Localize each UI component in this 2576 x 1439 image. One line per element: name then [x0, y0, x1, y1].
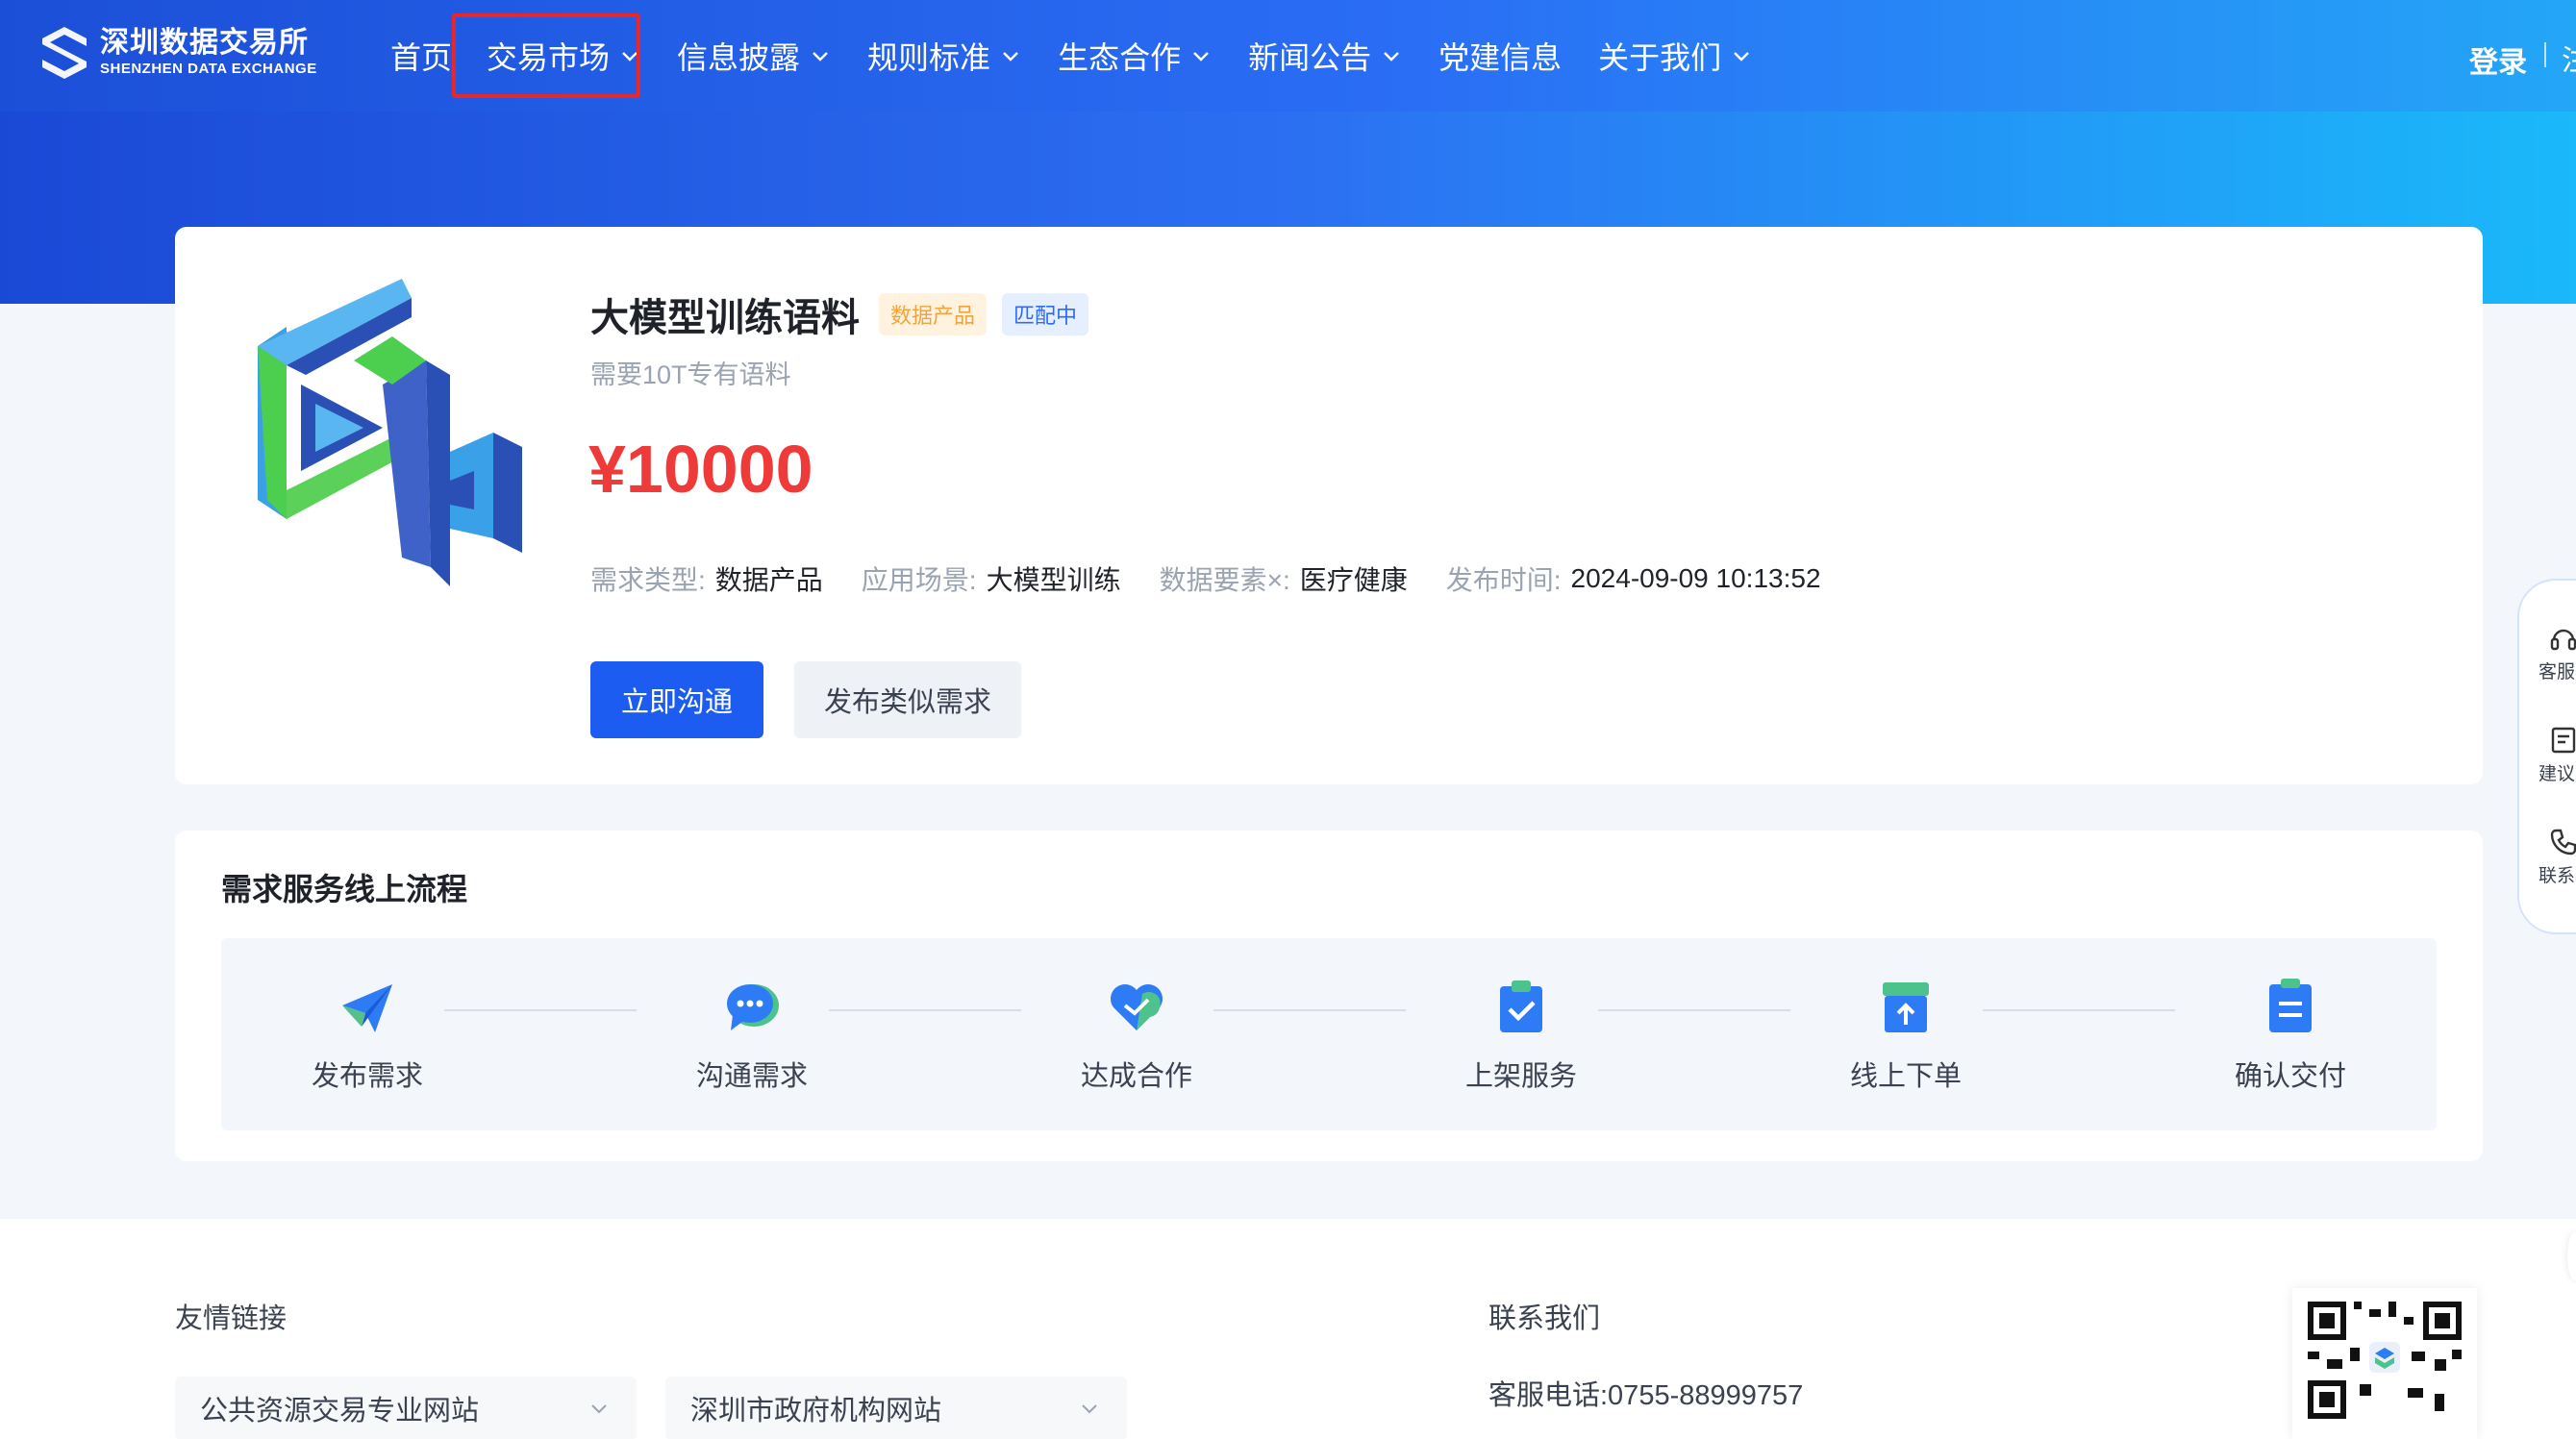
headset-icon	[2550, 629, 2576, 651]
nav-item-party[interactable]: 党建信息	[1438, 34, 1562, 78]
step-label: 线上下单	[1849, 1061, 1962, 1092]
nav-label: 规则标准	[867, 40, 991, 75]
heart-handshake-icon	[1111, 984, 1163, 1030]
product-card: 大模型训练语料 数据产品 匹配中 需要10T专有语料 ¥10000 需求类型: …	[175, 227, 2483, 784]
logo-text-en: SHENZHEN DATA EXCHANGE	[100, 61, 317, 77]
chevron-down-icon	[1082, 1404, 1097, 1414]
step-label: 确认交付	[2234, 1061, 2346, 1092]
main-nav: 首页 交易市场 信息披露 规则标准 生态合作 新闻公告 党建信息 关于我们	[390, 0, 1788, 112]
float-label: 客服中心	[2538, 662, 2576, 682]
nav-label: 交易市场	[487, 40, 611, 75]
meta-value-element: 医疗健康	[1299, 565, 1408, 595]
meta-value-time: 2024-09-09 10:13:52	[1570, 563, 1821, 593]
friend-links-title: 友情链接	[175, 1303, 288, 1334]
process-step: 线上下单	[1810, 977, 2002, 1094]
nav-label: 信息披露	[677, 40, 801, 75]
step-connector	[1983, 1009, 2175, 1011]
process-step: 确认交付	[2194, 977, 2387, 1094]
contact-now-button[interactable]: 立即沟通	[590, 661, 763, 738]
meta-key-element: 数据要素×:	[1159, 565, 1290, 595]
nav-label: 生态合作	[1058, 40, 1182, 75]
public-resource-select[interactable]: 公共资源交易专业网站	[175, 1377, 637, 1439]
post-similar-button[interactable]: 发布类似需求	[794, 661, 1021, 738]
process-step: 沟通需求	[656, 977, 848, 1094]
nav-item-disclosure[interactable]: 信息披露	[677, 34, 831, 78]
scroll-top-button[interactable]	[2567, 1232, 2576, 1280]
chevron-down-icon	[1384, 52, 1399, 62]
meta-key-type: 需求类型:	[590, 565, 706, 595]
step-label: 沟通需求	[695, 1061, 808, 1092]
float-feedback[interactable]: 建议反馈	[2538, 725, 2576, 785]
register-link[interactable]: 注	[2562, 37, 2576, 79]
chevron-down-icon	[591, 1404, 607, 1414]
logo-icon	[42, 27, 87, 79]
process-steps: 发布需求 沟通需求 达成合作 上架服务 线上下单 确认交付	[221, 938, 2437, 1130]
float-contact[interactable]: 联系我们	[2538, 827, 2576, 887]
paper-plane-icon	[342, 984, 392, 1032]
meta-key-scenario: 应用场景:	[861, 565, 977, 595]
step-connector	[444, 1009, 637, 1011]
product-price: ¥10000	[588, 432, 813, 507]
document-list-icon	[2269, 979, 2312, 1032]
feedback-icon	[2551, 727, 2576, 754]
phone-icon	[2550, 829, 2576, 856]
select-value: 公共资源交易专业网站	[200, 1396, 480, 1427]
process-step: 达成合作	[1040, 977, 1233, 1094]
chevron-down-icon	[813, 52, 828, 62]
qr-code-icon	[2292, 1288, 2477, 1439]
box-upload-icon	[1883, 982, 1929, 1032]
product-logo-icon	[258, 279, 522, 586]
header-divider	[2544, 42, 2546, 67]
meta-value-scenario: 大模型训练	[986, 565, 1121, 595]
gov-agency-select[interactable]: 深圳市政府机构网站	[665, 1377, 1127, 1439]
product-status-tag: 匹配中	[1002, 293, 1089, 335]
step-connector	[1598, 1009, 1790, 1011]
chevron-down-icon	[1193, 52, 1209, 62]
nav-label: 关于我们	[1598, 40, 1722, 75]
product-subtitle: 需要10T专有语料	[590, 360, 791, 389]
nav-item-market[interactable]: 交易市场	[487, 34, 640, 78]
floating-service-bar: 客服中心 建议反馈 联系我们	[2517, 579, 2576, 934]
chat-bubble-icon	[727, 984, 779, 1030]
chevron-down-icon	[622, 52, 638, 62]
page-footer: 友情链接 公共资源交易专业网站 深圳市政府机构网站 联系我们 客服电话:0755…	[0, 1219, 2576, 1439]
nav-item-home[interactable]: 首页	[390, 34, 452, 78]
chevron-down-icon	[1734, 52, 1749, 62]
nav-item-rules[interactable]: 规则标准	[867, 34, 1021, 78]
step-label: 达成合作	[1080, 1061, 1192, 1092]
step-label: 上架服务	[1464, 1061, 1577, 1092]
nav-item-ecosystem[interactable]: 生态合作	[1058, 34, 1212, 78]
nav-label: 新闻公告	[1248, 40, 1372, 75]
float-customer-service[interactable]: 客服中心	[2538, 623, 2576, 683]
nav-item-news[interactable]: 新闻公告	[1248, 34, 1402, 78]
nav-item-about[interactable]: 关于我们	[1598, 34, 1752, 78]
step-label: 发布需求	[311, 1061, 423, 1092]
product-title: 大模型训练语料	[590, 297, 860, 339]
float-label: 联系我们	[2538, 866, 2576, 886]
select-value: 深圳市政府机构网站	[690, 1396, 942, 1427]
process-step: 上架服务	[1425, 977, 1617, 1094]
float-label: 建议反馈	[2538, 764, 2576, 784]
product-title-row: 大模型训练语料 数据产品 匹配中	[590, 286, 1089, 342]
clipboard-check-icon	[1500, 980, 1542, 1032]
process-title: 需求服务线上流程	[221, 872, 468, 906]
contact-phone: 客服电话:0755-88999757	[1488, 1380, 1804, 1411]
product-type-tag: 数据产品	[879, 293, 988, 335]
process-card: 需求服务线上流程 发布需求 沟通需求 达成合作 上架服务 线上下单 确认交付	[175, 831, 2483, 1161]
nav-label: 首页	[390, 40, 453, 75]
product-meta: 需求类型: 数据产品 应用场景: 大模型训练 数据要素×: 医疗健康 发布时间:…	[590, 559, 1860, 598]
step-connector	[1213, 1009, 1406, 1011]
logo-text-cn: 深圳数据交易所	[100, 27, 309, 59]
step-connector	[829, 1009, 1021, 1011]
process-step: 发布需求	[271, 977, 463, 1094]
meta-key-time: 发布时间:	[1445, 565, 1562, 595]
meta-value-type: 数据产品	[714, 565, 823, 595]
site-logo[interactable]: 深圳数据交易所 SHENZHEN DATA EXCHANGE	[40, 25, 317, 79]
chevron-down-icon	[1003, 52, 1018, 62]
login-link[interactable]: 登录	[2469, 38, 2527, 81]
contact-title: 联系我们	[1488, 1303, 1601, 1334]
nav-label: 党建信息	[1438, 40, 1563, 75]
